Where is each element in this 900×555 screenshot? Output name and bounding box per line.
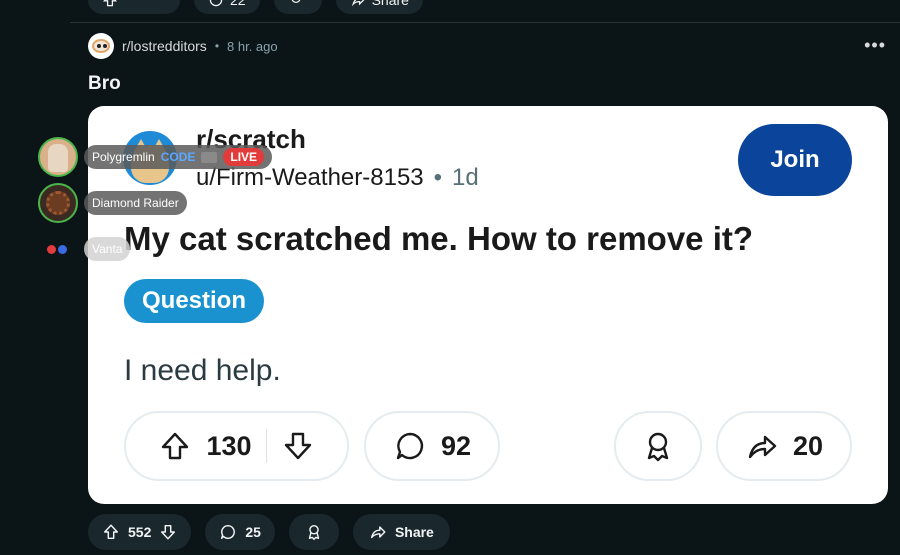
post-time: 8 hr. ago (227, 38, 278, 54)
presence-name: Vanta (92, 242, 123, 256)
award-icon (647, 432, 669, 462)
top-action-bar: 22 Share (88, 0, 423, 14)
post-header: r/lostredditors • 8 hr. ago (88, 33, 278, 59)
award-button[interactable] (288, 514, 339, 550)
top-comments-count: 22 (230, 0, 246, 8)
award-icon (308, 524, 320, 540)
embedded-post-age: 1d (452, 164, 479, 191)
comment-icon (221, 524, 236, 540)
downvote-icon[interactable] (159, 523, 177, 541)
top-share-pill[interactable]: Share (335, 0, 423, 14)
comment-icon (209, 0, 223, 7)
share-label: Share (394, 524, 434, 540)
presence-name: Polygremlin (92, 150, 155, 164)
vote-divider (265, 429, 267, 463)
post-divider (70, 22, 900, 23)
subreddit-link[interactable]: r/lostredditors (122, 38, 207, 54)
top-share-label: Share (371, 0, 409, 8)
presence-avatar-diamond-raider[interactable] (38, 183, 78, 223)
presence-tag-polygremlin[interactable]: Polygremlin CODE LIVE (84, 145, 273, 169)
embedded-action-bar: 130 92 20 (124, 411, 852, 481)
meta-separator: • (214, 39, 220, 53)
share-icon (748, 435, 777, 459)
award-icon (291, 0, 300, 4)
downvote-icon (284, 432, 311, 460)
embedded-vote-pill: 130 (124, 411, 349, 481)
embedded-comments-pill: 92 (364, 411, 500, 481)
comment-icon (396, 432, 424, 460)
embedded-comments-count: 92 (440, 430, 472, 461)
vote-count: 552 (128, 524, 152, 540)
camera-icon (201, 151, 218, 163)
embedded-post-title: My cat scratched me. How to remove it? (124, 220, 754, 257)
subreddit-avatar[interactable] (88, 33, 114, 59)
upvote-icon[interactable] (102, 523, 120, 541)
share-icon (351, 0, 365, 7)
presence-avatar-vanta[interactable] (40, 236, 74, 262)
embedded-share-pill: 20 (716, 411, 852, 481)
upvote-icon (102, 0, 118, 7)
live-badge: LIVE (223, 148, 265, 166)
upvote-icon (162, 432, 189, 460)
embedded-award-pill (614, 411, 702, 481)
presence-tag-diamond-raider[interactable]: Diamond Raider (84, 191, 187, 215)
share-button[interactable]: Share (352, 514, 450, 550)
top-vote-pill[interactable] (88, 0, 180, 14)
embedded-join-button: Join (738, 124, 852, 196)
embedded-share-count: 20 (792, 430, 824, 461)
embedded-flair: Question (124, 279, 265, 323)
embedded-meta-separator: • (433, 164, 443, 191)
top-comments-pill[interactable]: 22 (194, 0, 260, 14)
code-badge: CODE (160, 150, 196, 164)
comments-button[interactable]: 25 (205, 514, 275, 550)
top-award-pill[interactable] (273, 0, 322, 14)
presence-tag-vanta[interactable]: Vanta (84, 237, 131, 261)
post-action-bar: 552 25 Share (88, 514, 450, 550)
share-icon (370, 526, 386, 539)
post-title[interactable]: Bro (88, 73, 121, 95)
embedded-vote-count: 130 (206, 430, 252, 461)
presence-name: Diamond Raider (92, 196, 179, 210)
more-options-button[interactable]: ••• (864, 36, 886, 54)
embedded-post-body: I need help. (124, 354, 281, 387)
comments-count: 25 (245, 524, 261, 540)
vote-pill: 552 (88, 514, 192, 550)
presence-avatar-polygremlin[interactable] (38, 137, 78, 177)
